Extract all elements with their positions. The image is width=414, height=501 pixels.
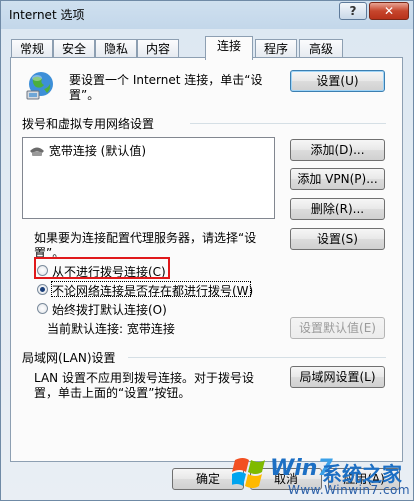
watermark-url: Www.Winwin7.com [288, 483, 411, 497]
dialup-section-divider [190, 123, 386, 124]
lan-section-divider [128, 357, 386, 358]
setup-description-line2: 置”。 [69, 88, 100, 102]
add-vpn-button[interactable]: 添加 VPN(P)... [290, 168, 385, 190]
tab-security[interactable]: 安全 [53, 39, 95, 59]
focus-outline [51, 281, 251, 297]
setup-button[interactable]: 设置(U) [290, 70, 385, 92]
help-button[interactable]: ? [339, 2, 367, 20]
tab-content[interactable]: 内容 [137, 39, 179, 59]
title-bar: Internet 选项 ? ✕ [1, 1, 413, 27]
highlight-box [34, 257, 170, 279]
always-dial-radio[interactable] [37, 284, 48, 295]
current-default-connection: 当前默认连接: 宽带连接 [47, 322, 175, 336]
watermark-logo: Win7 系统之家 Www.Winwin7.com [232, 448, 414, 501]
connections-list[interactable]: 宽带连接 (默认值) [22, 137, 275, 219]
list-item[interactable]: 宽带连接 (默认值) [29, 142, 146, 159]
lan-description-line2: 置，单击上面的“设置”按钮。 [34, 386, 191, 400]
tab-privacy[interactable]: 隐私 [95, 39, 137, 59]
proxy-settings-button[interactable]: 设置(S) [290, 228, 385, 250]
tab-connections[interactable]: 连接 [205, 36, 253, 60]
tab-advanced[interactable]: 高级 [299, 39, 343, 59]
proxy-description-line1: 如果要为连接配置代理服务器，请选择“设 [34, 231, 257, 245]
default-dial-label[interactable]: 始终拨打默认连接(O) [52, 301, 167, 318]
dialup-section-title: 拨号和虚拟专用网络设置 [22, 117, 155, 131]
dialup-connection-icon [30, 147, 44, 156]
lan-settings-button[interactable]: 局域网设置(L) [290, 366, 385, 388]
tab-programs[interactable]: 程序 [255, 39, 297, 59]
add-connection-button[interactable]: 添加(D)... [290, 139, 385, 161]
close-button[interactable]: ✕ [369, 2, 409, 20]
window-title: Internet 选项 [9, 8, 85, 22]
remove-button[interactable]: 删除(R)... [290, 198, 385, 220]
globe-network-icon [26, 72, 53, 100]
list-item-label: 宽带连接 (默认值) [48, 144, 147, 158]
default-dial-radio[interactable] [37, 303, 48, 314]
lan-section-title: 局域网(LAN)设置 [22, 351, 116, 365]
tab-general[interactable]: 常规 [11, 39, 53, 59]
set-default-button[interactable]: 设置默认值(E) [290, 317, 385, 339]
